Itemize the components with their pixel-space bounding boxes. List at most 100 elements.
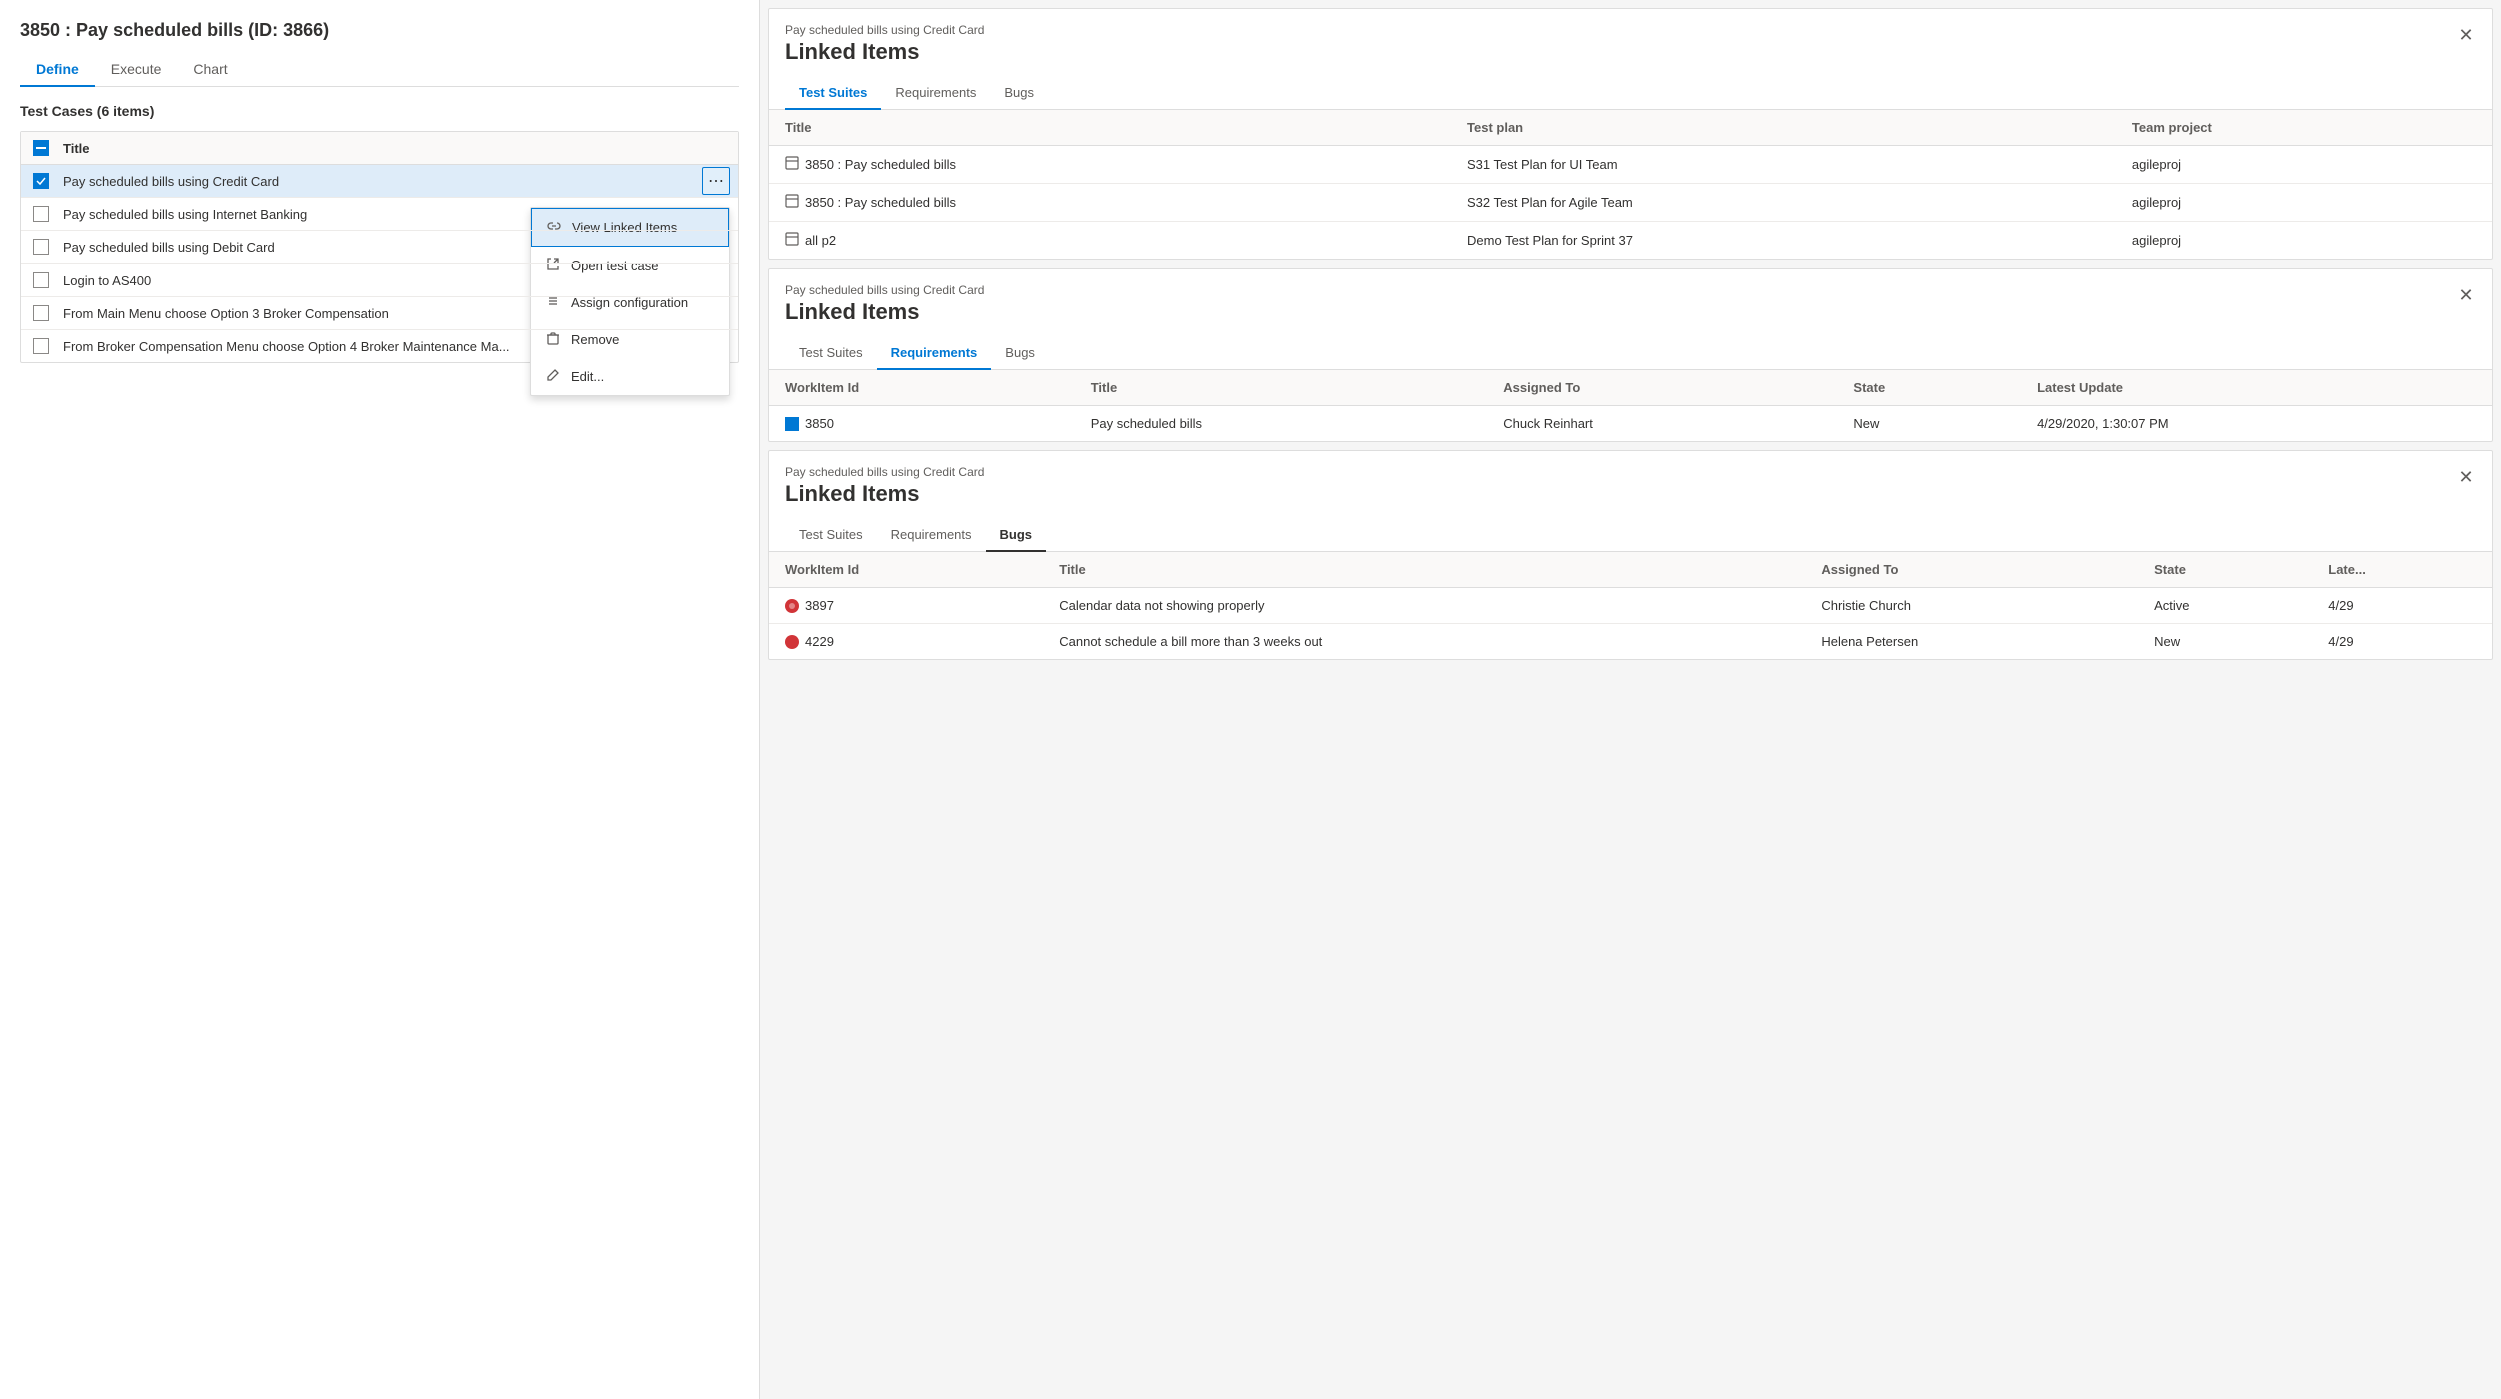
table-row[interactable]: From Main Menu choose Option 3 Broker Co… bbox=[21, 297, 738, 330]
th-workitem-3: WorkItem Id bbox=[769, 552, 1043, 588]
tab-test-suites-1[interactable]: Test Suites bbox=[785, 77, 881, 110]
table-row: 3897 Calendar data not showing properly … bbox=[769, 588, 2492, 624]
row-cell: Chuck Reinhart bbox=[1487, 406, 1837, 442]
workitem-id-cell-bug2: 4229 bbox=[785, 634, 1027, 649]
edit-icon bbox=[545, 368, 561, 385]
row-checkbox-5[interactable] bbox=[33, 305, 49, 321]
panel-header-2: Pay scheduled bills using Credit Card Li… bbox=[769, 269, 2492, 325]
row-cell: 4/29/2020, 1:30:07 PM bbox=[2021, 406, 2492, 442]
workitem-id-cell: 3850 bbox=[785, 416, 1059, 431]
bug-icon-1 bbox=[785, 599, 799, 613]
row-cell: Active bbox=[2138, 588, 2312, 624]
workitem-icon-blue bbox=[785, 417, 799, 431]
table-row: 3850 : Pay scheduled bills S32 Test Plan… bbox=[769, 184, 2492, 222]
table-wrapper-3: WorkItem Id Title Assigned To State Late… bbox=[769, 552, 2492, 659]
panel-table-1: Title Test plan Team project 3850 : Pay bbox=[769, 110, 2492, 259]
table-wrapper-1: Title Test plan Team project 3850 : Pay bbox=[769, 110, 2492, 259]
tab-execute[interactable]: Execute bbox=[95, 53, 178, 87]
row-cell: Christie Church bbox=[1805, 588, 2138, 624]
row-cell: 4/29 bbox=[2312, 624, 2492, 660]
row-text-3: Pay scheduled bills using Debit Card bbox=[63, 240, 726, 255]
table-row[interactable]: Pay scheduled bills using Internet Banki… bbox=[21, 198, 738, 231]
ellipsis-button-1[interactable]: ⋯ bbox=[702, 167, 730, 195]
row-text-2: Pay scheduled bills using Internet Banki… bbox=[63, 207, 726, 222]
close-button-3[interactable]: ✕ bbox=[2452, 463, 2480, 491]
row-text-5: From Main Menu choose Option 3 Broker Co… bbox=[63, 306, 726, 321]
panel-subtitle-2: Pay scheduled bills using Credit Card bbox=[785, 283, 2476, 297]
suite-icon bbox=[785, 194, 799, 211]
table-header-row: Title bbox=[21, 132, 738, 165]
th-latest-2: Latest Update bbox=[2021, 370, 2492, 406]
linked-items-panel-2: Pay scheduled bills using Credit Card Li… bbox=[768, 268, 2493, 442]
row-cell: all p2 bbox=[805, 233, 836, 248]
tab-bugs-3[interactable]: Bugs bbox=[986, 519, 1047, 552]
row-cell: 3850 : Pay scheduled bills bbox=[805, 195, 956, 210]
nav-tabs: Define Execute Chart bbox=[20, 53, 739, 87]
tab-test-suites-3[interactable]: Test Suites bbox=[785, 519, 877, 552]
th-workitem-2: WorkItem Id bbox=[769, 370, 1075, 406]
menu-item-edit[interactable]: Edit... bbox=[531, 358, 729, 395]
test-cases-table: Title Pay scheduled bills using Credit C… bbox=[20, 131, 739, 363]
panel-title-1: Linked Items bbox=[785, 39, 2476, 65]
row-cell: New bbox=[1837, 406, 2021, 442]
close-button-2[interactable]: ✕ bbox=[2452, 281, 2480, 309]
th-title-2: Title bbox=[1075, 370, 1488, 406]
panel-subtitle-1: Pay scheduled bills using Credit Card bbox=[785, 23, 2476, 37]
panel-title-3: Linked Items bbox=[785, 481, 2476, 507]
tab-bugs-2[interactable]: Bugs bbox=[991, 337, 1049, 370]
tab-requirements-1[interactable]: Requirements bbox=[881, 77, 990, 110]
tab-chart[interactable]: Chart bbox=[177, 53, 243, 87]
row-cell: Demo Test Plan for Sprint 37 bbox=[1451, 222, 2116, 260]
tab-requirements-3[interactable]: Requirements bbox=[877, 519, 986, 552]
menu-item-edit-label: Edit... bbox=[571, 369, 604, 384]
table-row: 4229 Cannot schedule a bill more than 3 … bbox=[769, 624, 2492, 660]
th-assigned-2: Assigned To bbox=[1487, 370, 1837, 406]
left-panel: 3850 : Pay scheduled bills (ID: 3866) De… bbox=[0, 0, 760, 1399]
row-checkbox-1[interactable] bbox=[33, 173, 49, 189]
th-teamproject-1: Team project bbox=[2116, 110, 2492, 146]
row-actions-1: ⋯ View Linked Items Open test case bbox=[702, 167, 730, 195]
row-checkbox-3[interactable] bbox=[33, 239, 49, 255]
tab-test-suites-2[interactable]: Test Suites bbox=[785, 337, 877, 370]
table-row: all p2 Demo Test Plan for Sprint 37 agil… bbox=[769, 222, 2492, 260]
th-assigned-3: Assigned To bbox=[1805, 552, 2138, 588]
tab-define[interactable]: Define bbox=[20, 53, 95, 87]
suite-icon bbox=[785, 156, 799, 173]
table-row[interactable]: Pay scheduled bills using Credit Card ⋯ … bbox=[21, 165, 738, 198]
row-text-6: From Broker Compensation Menu choose Opt… bbox=[63, 339, 726, 354]
panel-tabs-3: Test Suites Requirements Bugs bbox=[769, 519, 2492, 552]
table-wrapper-2: WorkItem Id Title Assigned To State Late… bbox=[769, 370, 2492, 441]
th-latest-3: Late... bbox=[2312, 552, 2492, 588]
tab-requirements-2[interactable]: Requirements bbox=[877, 337, 992, 370]
row-cell: Helena Petersen bbox=[1805, 624, 2138, 660]
th-title-1: Title bbox=[769, 110, 1451, 146]
row-cell: S32 Test Plan for Agile Team bbox=[1451, 184, 2116, 222]
table-row: 3850 Pay scheduled bills Chuck Reinhart … bbox=[769, 406, 2492, 442]
table-row[interactable]: Login to AS400 bbox=[21, 264, 738, 297]
row-checkbox-4[interactable] bbox=[33, 272, 49, 288]
panel-subtitle-3: Pay scheduled bills using Credit Card bbox=[785, 465, 2476, 479]
row-cell: New bbox=[2138, 624, 2312, 660]
table-row[interactable]: From Broker Compensation Menu choose Opt… bbox=[21, 330, 738, 362]
column-title-header: Title bbox=[63, 141, 726, 156]
panel-title-2: Linked Items bbox=[785, 299, 2476, 325]
suite-icon bbox=[785, 232, 799, 249]
panel-header-1: Pay scheduled bills using Credit Card Li… bbox=[769, 9, 2492, 65]
row-cell: Cannot schedule a bill more than 3 weeks… bbox=[1043, 624, 1805, 660]
linked-items-panel-1: Pay scheduled bills using Credit Card Li… bbox=[768, 8, 2493, 260]
panel-table-3: WorkItem Id Title Assigned To State Late… bbox=[769, 552, 2492, 659]
th-state-3: State bbox=[2138, 552, 2312, 588]
table-row[interactable]: Pay scheduled bills using Debit Card bbox=[21, 231, 738, 264]
row-text-1: Pay scheduled bills using Credit Card bbox=[63, 174, 726, 189]
row-cell: Pay scheduled bills bbox=[1075, 406, 1488, 442]
workitem-id-cell-bug1: 3897 bbox=[785, 598, 1027, 613]
workitem-id-text-bug2: 4229 bbox=[805, 634, 834, 649]
header-checkbox-col bbox=[33, 140, 63, 156]
tab-bugs-1[interactable]: Bugs bbox=[990, 77, 1048, 110]
row-cell: S31 Test Plan for UI Team bbox=[1451, 146, 2116, 184]
close-button-1[interactable]: ✕ bbox=[2452, 21, 2480, 49]
row-checkbox-2[interactable] bbox=[33, 206, 49, 222]
select-all-checkbox[interactable] bbox=[33, 140, 49, 156]
workitem-id-text: 3850 bbox=[805, 416, 834, 431]
row-checkbox-6[interactable] bbox=[33, 338, 49, 354]
